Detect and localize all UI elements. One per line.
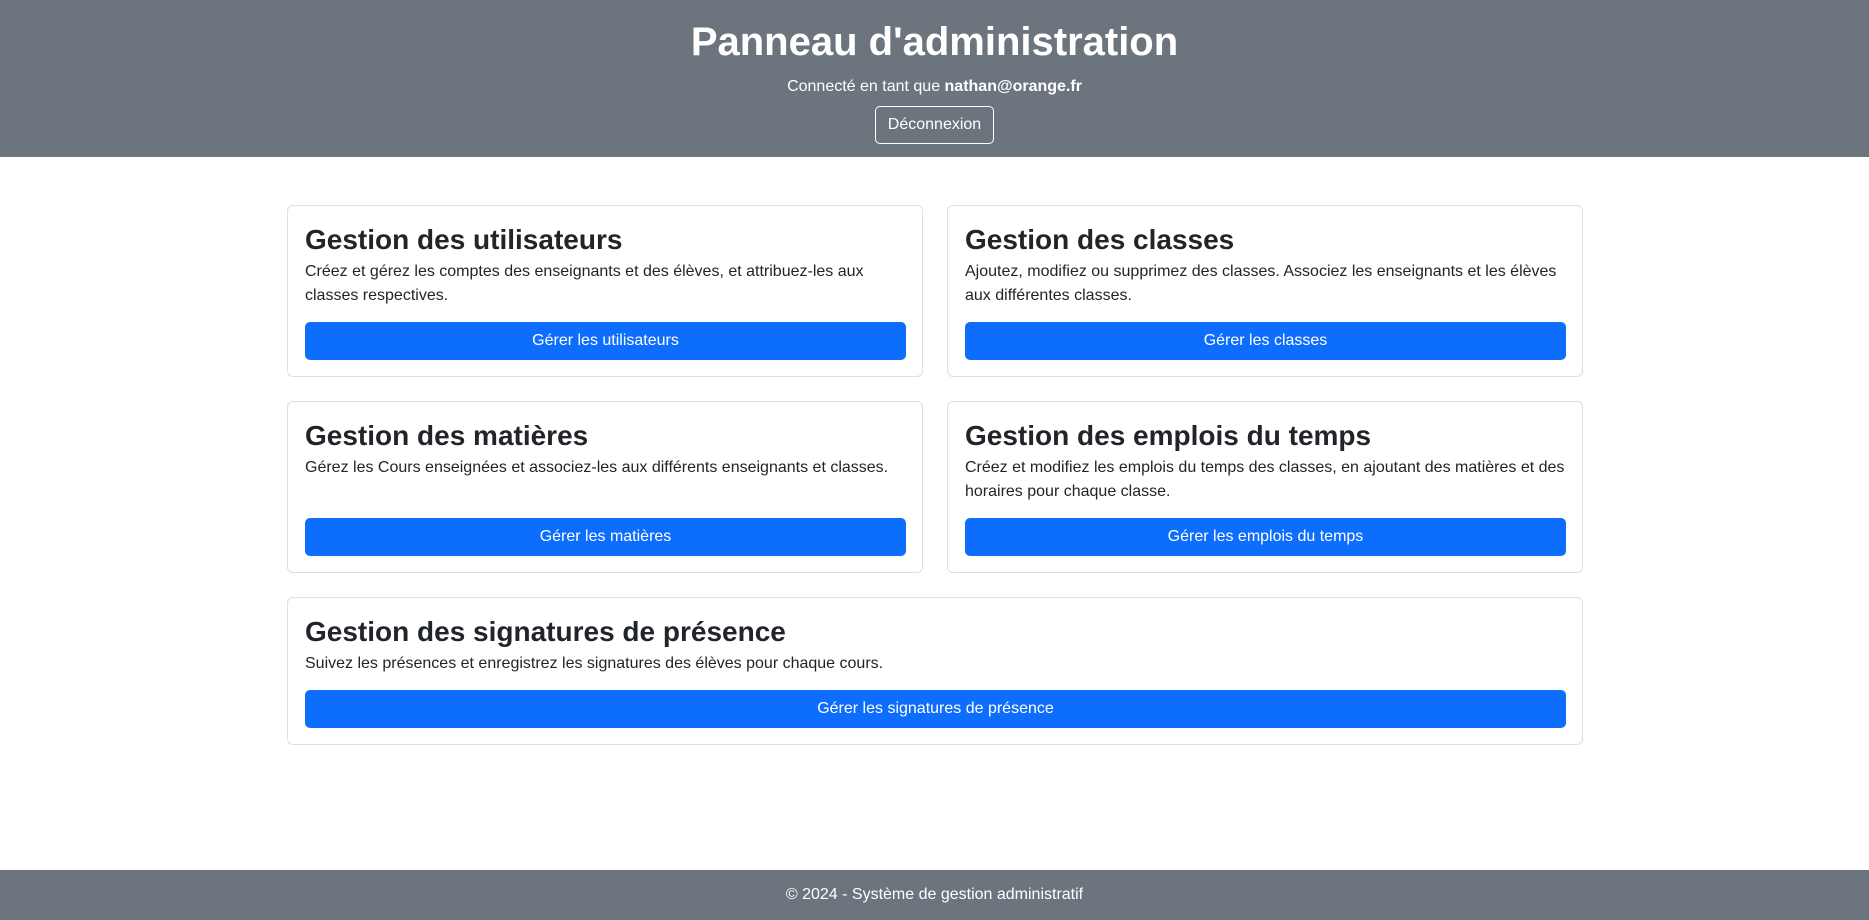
manage-timetables-button[interactable]: Gérer les emplois du temps: [965, 518, 1566, 556]
card-description: Créez et modifiez les emplois du temps d…: [965, 459, 1565, 500]
card-title: Gestion des emplois du temps: [965, 420, 1372, 451]
card-description: Ajoutez, modifiez ou supprimez des class…: [965, 263, 1557, 304]
page-title: Panneau d'administration: [690, 20, 1179, 64]
card-users: Gestion des utilisateurs Créez et gérez …: [287, 205, 923, 377]
card-description: Créez et gérez les comptes des enseignan…: [305, 263, 864, 304]
card-timetables: Gestion des emplois du temps Créez et mo…: [947, 401, 1583, 573]
card-title: Gestion des classes: [965, 224, 1235, 255]
page-footer: © 2024 - Système de gestion administrati…: [0, 870, 1869, 920]
user-email: nathan@orange.fr: [944, 78, 1082, 95]
card-classes: Gestion des classes Ajoutez, modifiez ou…: [947, 205, 1583, 377]
manage-subjects-button[interactable]: Gérer les matières: [305, 518, 906, 556]
card-title: Gestion des signatures de présence: [305, 616, 786, 647]
footer-text: © 2024 - Système de gestion administrati…: [785, 886, 1084, 903]
logout-button[interactable]: Déconnexion: [874, 106, 995, 144]
card-subjects: Gestion des matières Gérez les Cours ens…: [287, 401, 923, 573]
card-description: Gérez les Cours enseignées et associez-l…: [305, 459, 889, 476]
manage-classes-button[interactable]: Gérer les classes: [965, 322, 1566, 360]
admin-dashboard: Gestion des utilisateurs Créez et gérez …: [287, 205, 1583, 745]
page-header: Panneau d'administration Connecté en tan…: [0, 0, 1869, 157]
manage-signatures-button[interactable]: Gérer les signatures de présence: [305, 690, 1566, 728]
connected-user-text: Connecté en tant que nathan@orange.fr: [0, 77, 1869, 97]
card-title: Gestion des utilisateurs: [305, 224, 623, 255]
card-title: Gestion des matières: [305, 420, 589, 451]
card-attendance-signatures: Gestion des signatures de présence Suive…: [287, 597, 1583, 745]
connected-prefix: Connecté en tant que: [787, 78, 945, 95]
card-description: Suivez les présences et enregistrez les …: [305, 655, 884, 672]
manage-users-button[interactable]: Gérer les utilisateurs: [305, 322, 906, 360]
